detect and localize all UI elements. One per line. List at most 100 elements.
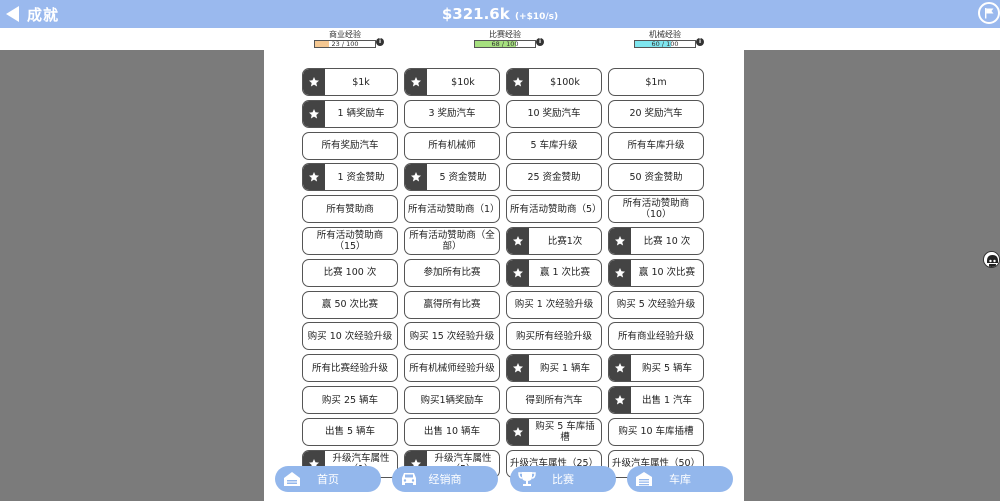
- achievement-label: 1 辆奖励车: [337, 108, 385, 120]
- achievement-item[interactable]: 3 奖励汽车: [404, 99, 500, 128]
- achievement-label: 出售 1 汽车: [641, 394, 693, 406]
- achievement-item[interactable]: 所有车库升级: [608, 131, 704, 160]
- star-icon: [609, 259, 631, 286]
- achievement-item[interactable]: 购买 15 次经验升级: [404, 322, 500, 351]
- achievement-item[interactable]: 所有活动赞助商（5）: [506, 195, 602, 224]
- achievement-item[interactable]: 50 资金赞助: [608, 163, 704, 192]
- achievement-item[interactable]: 所有赞助商: [302, 195, 398, 224]
- achievement-item[interactable]: 出售 1 汽车: [608, 386, 704, 414]
- achievement-item[interactable]: 所有活动赞助商（10）: [608, 195, 704, 224]
- achievement-item[interactable]: 所有机械师经验升级: [404, 354, 500, 383]
- achievement-label: $100k: [550, 76, 580, 88]
- achievement-item[interactable]: 所有奖励汽车: [302, 131, 398, 160]
- achievement-label: 购买1辆奖励车: [420, 394, 484, 406]
- achievement-label: 50 资金赞助: [629, 171, 683, 183]
- achievement-label: 所有比赛经验升级: [311, 362, 388, 374]
- achievement-item[interactable]: 20 奖励汽车: [608, 99, 704, 128]
- achievement-item[interactable]: $10k: [404, 68, 500, 96]
- xp-label: 机械经验: [649, 30, 681, 39]
- avatar-icon: [984, 252, 999, 267]
- achievement-item[interactable]: 比赛 100 次: [302, 258, 398, 287]
- achievement-label: $10k: [451, 76, 475, 88]
- info-icon[interactable]: i: [376, 38, 384, 46]
- achievement-label: 所有机械师: [428, 140, 476, 152]
- achievement-item[interactable]: 购买 1 次经验升级: [506, 290, 602, 319]
- achievement-item[interactable]: 5 车库升级: [506, 131, 602, 160]
- achievements-panel[interactable]: $1k $10k $100k $1m 1 辆奖励车 3 奖励汽车 10 奖励汽车 20 奖励汽…: [264, 50, 744, 501]
- nav-button[interactable]: 经销商: [392, 466, 498, 492]
- back-arrow-icon: [6, 6, 19, 22]
- achievement-item[interactable]: 购买 5 车库插槽: [506, 417, 602, 446]
- achievement-item[interactable]: 所有商业经验升级: [608, 322, 704, 351]
- achievement-item[interactable]: 比赛 10 次: [608, 227, 704, 255]
- achievement-item[interactable]: 赢 10 次比赛: [608, 258, 704, 287]
- achievement-label: 5 资金赞助: [439, 171, 487, 183]
- achievement-item[interactable]: 购买1辆奖励车: [404, 386, 500, 414]
- achievement-item[interactable]: 出售 10 辆车: [404, 417, 500, 446]
- achievement-label: 比赛 10 次: [643, 235, 691, 247]
- experience-strip: 商业经验 23 / 100 i 比赛经验 68 / 100 i 机械经验 60 / 100 i: [0, 28, 1000, 50]
- achievement-item[interactable]: 所有活动赞助商（15）: [302, 227, 398, 255]
- chat-avatar[interactable]: [983, 251, 1000, 268]
- achievement-label: 购买 5 次经验升级: [616, 299, 696, 311]
- achievement-item[interactable]: $1k: [302, 68, 398, 96]
- xp-meter: 商业经验 23 / 100 i: [310, 30, 384, 48]
- achievement-item[interactable]: 所有机械师: [404, 131, 500, 160]
- achievement-item[interactable]: 所有比赛经验升级: [302, 354, 398, 383]
- nav-label: 车库: [669, 473, 691, 486]
- achievement-item[interactable]: $1m: [608, 68, 704, 96]
- achievement-label: 购买所有经验升级: [515, 330, 592, 342]
- achievement-item[interactable]: 5 资金赞助: [404, 163, 500, 192]
- top-bar: 成就 $321.6k (+$10/s): [0, 0, 1000, 28]
- info-icon[interactable]: i: [696, 38, 704, 46]
- xp-meter: 比赛经验 68 / 100 i: [470, 30, 544, 48]
- achievement-item[interactable]: 所有活动赞助商（1）: [404, 195, 500, 224]
- achievement-item[interactable]: 1 辆奖励车: [302, 99, 398, 128]
- star-icon: [303, 164, 325, 191]
- achievement-item[interactable]: $100k: [506, 68, 602, 96]
- xp-label: 比赛经验: [489, 30, 521, 39]
- achievement-label: 赢 1 次比赛: [539, 267, 591, 279]
- achievement-label: 20 奖励汽车: [629, 108, 683, 120]
- achievement-label: 所有车库升级: [627, 140, 685, 152]
- achievement-item[interactable]: 得到所有汽车: [506, 386, 602, 414]
- achievement-label: $1m: [645, 76, 667, 88]
- achievement-item[interactable]: 赢得所有比赛: [404, 290, 500, 319]
- achievement-item[interactable]: 购买 5 辆车: [608, 354, 704, 383]
- back-button[interactable]: 成就: [6, 4, 59, 24]
- achievement-item[interactable]: 10 奖励汽车: [506, 99, 602, 128]
- flag-button[interactable]: [978, 2, 1000, 24]
- achievement-item[interactable]: 赢 1 次比赛: [506, 258, 602, 287]
- achievement-item[interactable]: 所有活动赞助商（全部）: [404, 227, 500, 255]
- achievement-label: 比赛 100 次: [323, 267, 377, 279]
- achievement-item[interactable]: 购买 10 车库插槽: [608, 417, 704, 446]
- achievement-item[interactable]: 购买所有经验升级: [506, 322, 602, 351]
- xp-progress-bar: 60 / 100: [634, 40, 696, 48]
- info-icon[interactable]: i: [536, 38, 544, 46]
- achievement-item[interactable]: 参加所有比赛: [404, 258, 500, 287]
- xp-meter: 机械经验 60 / 100 i: [630, 30, 704, 48]
- achievement-label: 出售 10 辆车: [423, 426, 481, 438]
- star-icon: [609, 387, 631, 413]
- achievement-item[interactable]: 25 资金赞助: [506, 163, 602, 192]
- achievement-item[interactable]: 购买 10 次经验升级: [302, 322, 398, 351]
- achievement-item[interactable]: 购买 1 辆车: [506, 354, 602, 383]
- nav-label: 经销商: [428, 473, 462, 486]
- star-icon: [609, 228, 631, 254]
- achievement-label: 赢 10 次比赛: [638, 267, 696, 279]
- achievement-item[interactable]: 1 资金赞助: [302, 163, 398, 192]
- achievement-label: 5 车库升级: [530, 140, 578, 152]
- nav-button[interactable]: 车库: [627, 466, 733, 492]
- achievement-label: 所有活动赞助商（5）: [510, 203, 602, 215]
- xp-value: 60 / 100: [651, 40, 679, 48]
- achievement-item[interactable]: 赢 50 次比赛: [302, 290, 398, 319]
- xp-value: 23 / 100: [331, 40, 359, 48]
- achievement-item[interactable]: 出售 5 辆车: [302, 417, 398, 446]
- achievement-item[interactable]: 购买 5 次经验升级: [608, 290, 704, 319]
- money-display: $321.6k (+$10/s): [0, 5, 1000, 23]
- nav-button[interactable]: 比赛: [510, 466, 616, 492]
- nav-button[interactable]: 首页: [275, 466, 381, 492]
- achievement-label: 购买 10 车库插槽: [618, 426, 694, 438]
- achievement-item[interactable]: 购买 25 辆车: [302, 386, 398, 414]
- achievement-item[interactable]: 比赛1次: [506, 227, 602, 255]
